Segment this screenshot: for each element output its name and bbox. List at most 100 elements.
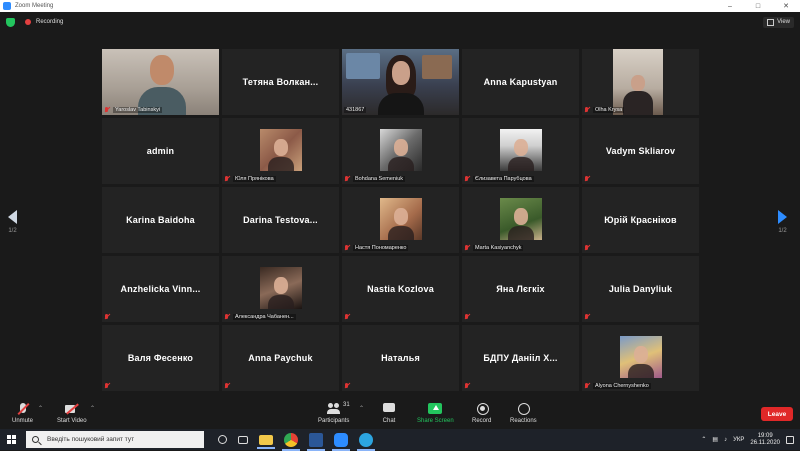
tile-footer xyxy=(104,383,110,389)
video-options-caret-icon[interactable]: ⌃ xyxy=(90,405,95,412)
participant-tile[interactable]: Nastia Kozlova xyxy=(342,256,459,322)
participant-name-center: Anna Paychuk xyxy=(248,353,313,363)
reactions-button[interactable]: Reactions xyxy=(510,403,537,424)
notification-center-icon[interactable] xyxy=(786,435,794,444)
zoom-taskbar-icon[interactable] xyxy=(332,432,350,451)
window-titlebar: Zoom Meeting – □ ✕ xyxy=(0,0,800,12)
next-page[interactable]: 1/2 xyxy=(778,210,787,234)
participant-name-center: Nastia Kozlova xyxy=(367,284,434,294)
tray-expand-icon[interactable]: ⌃ xyxy=(701,436,706,443)
mic-muted-icon xyxy=(104,383,110,389)
tile-footer: Єлизавета Парубцова xyxy=(464,176,534,182)
participant-name-center: admin xyxy=(146,146,175,156)
profile-photo xyxy=(500,198,542,240)
view-button[interactable]: View xyxy=(763,16,794,28)
volume-icon[interactable]: ♪ xyxy=(724,437,727,443)
tile-footer xyxy=(584,314,590,320)
participant-tile-active-speaker[interactable]: 431867 xyxy=(342,49,459,115)
participant-tile[interactable]: Юля Прянікова xyxy=(222,118,339,184)
close-button[interactable]: ✕ xyxy=(772,0,800,12)
participant-name-center: Anna Kapustyan xyxy=(483,77,558,87)
start-button[interactable] xyxy=(0,429,22,450)
participant-name-center: Юрій Красніков xyxy=(604,215,677,225)
participant-tile[interactable]: Darina Testova... xyxy=(222,187,339,253)
chevron-left-icon[interactable] xyxy=(8,210,17,224)
chrome-icon[interactable] xyxy=(282,432,300,451)
profile-photo xyxy=(620,336,662,378)
shield-icon[interactable] xyxy=(6,17,15,27)
windows-logo-icon xyxy=(6,435,16,444)
participant-name: Bohdana Semeniuk xyxy=(353,176,406,182)
mic-muted-icon xyxy=(224,383,230,389)
reactions-label: Reactions xyxy=(510,418,537,424)
input-language[interactable]: УКР xyxy=(733,437,744,443)
participant-tile[interactable]: Яна Лєгкіх xyxy=(462,256,579,322)
taskbar-clock[interactable]: 19:09 26.11.2020 xyxy=(750,433,780,447)
minimize-button[interactable]: – xyxy=(716,0,744,12)
profile-photo xyxy=(380,129,422,171)
tile-footer xyxy=(584,176,590,182)
start-video-label: Start Video xyxy=(57,418,87,424)
participant-tile[interactable]: Anna Kapustyan xyxy=(462,49,579,115)
chat-button[interactable]: Chat xyxy=(382,403,396,424)
participant-tile[interactable]: Karina Baidoha xyxy=(102,187,219,253)
leave-button[interactable]: Leave xyxy=(761,407,793,421)
participant-tile[interactable]: БДПУ Данііл Х... xyxy=(462,325,579,391)
share-screen-button[interactable]: Share Screen xyxy=(417,403,454,424)
audio-options-caret-icon[interactable]: ⌃ xyxy=(38,405,43,412)
participant-name-center: Яна Лєгкіх xyxy=(496,284,545,294)
participant-name: Настя Пономаренко xyxy=(353,245,409,251)
participant-tile[interactable]: Anna Paychuk xyxy=(222,325,339,391)
record-button[interactable]: Record xyxy=(472,403,491,424)
participant-tile[interactable]: Bohdana Semeniuk xyxy=(342,118,459,184)
participant-tile[interactable]: admin xyxy=(102,118,219,184)
participant-tile[interactable]: Marta Kasiyanchyk xyxy=(462,187,579,253)
participants-options-caret-icon[interactable]: ⌃ xyxy=(359,405,364,412)
participant-tile[interactable]: Єлизавета Парубцова xyxy=(462,118,579,184)
tile-footer: Настя Пономаренко xyxy=(344,245,409,251)
start-video-button[interactable]: Start Video xyxy=(57,403,87,424)
profile-photo xyxy=(260,129,302,171)
participant-tile[interactable]: Olha Krysa xyxy=(582,49,699,115)
taskbar-search-input[interactable]: Введіть пошуковий запит тут xyxy=(26,431,204,448)
zoom-app-icon xyxy=(3,2,11,10)
participant-tile[interactable]: Настя Пономаренко xyxy=(342,187,459,253)
tile-footer: Юля Прянікова xyxy=(224,176,276,182)
word-icon[interactable] xyxy=(307,432,325,451)
cortana-icon[interactable] xyxy=(218,435,227,444)
tile-footer: Alyona Chernyshenko xyxy=(584,383,651,389)
task-view-icon[interactable] xyxy=(238,435,248,444)
maximize-button[interactable]: □ xyxy=(744,0,772,12)
participant-name: Yaroslav Tabinskyi xyxy=(113,107,163,113)
mic-muted-icon xyxy=(464,176,470,182)
mic-muted-icon xyxy=(464,314,470,320)
participant-tile[interactable]: Александра Чабанен... xyxy=(222,256,339,322)
participant-tile[interactable]: Alyona Chernyshenko xyxy=(582,325,699,391)
participant-name-center: БДПУ Данііл Х... xyxy=(483,353,558,363)
participant-tile[interactable]: Anzhelicka Vinn... xyxy=(102,256,219,322)
mic-muted-icon xyxy=(16,403,30,415)
participant-tile[interactable]: Julia Danyliuk xyxy=(582,256,699,322)
chevron-right-icon[interactable] xyxy=(778,210,787,224)
page-indicator-left: 1/2 xyxy=(8,228,17,234)
window-controls: – □ ✕ xyxy=(716,0,800,12)
telegram-icon[interactable] xyxy=(357,432,375,451)
system-tray: ⌃ ▤ ♪ УКР 19:09 26.11.2020 xyxy=(701,433,800,447)
participants-count: 31 xyxy=(343,402,350,408)
participant-tile[interactable]: Наталья xyxy=(342,325,459,391)
file-explorer-icon[interactable] xyxy=(257,434,275,449)
network-icon[interactable]: ▤ xyxy=(712,436,718,443)
mic-muted-icon xyxy=(224,314,230,320)
participant-tile[interactable]: Yaroslav Tabinskyi xyxy=(102,49,219,115)
participant-tile[interactable]: Валя Фесенко xyxy=(102,325,219,391)
recording-label: Recording xyxy=(36,19,64,25)
participant-tile[interactable]: Vadym Skliarov xyxy=(582,118,699,184)
participant-tile[interactable]: Тетяна Волкан... xyxy=(222,49,339,115)
grid-icon xyxy=(767,18,775,26)
profile-photo xyxy=(260,267,302,309)
page-indicator-right: 1/2 xyxy=(778,228,787,234)
participant-tile[interactable]: Юрій Красніков xyxy=(582,187,699,253)
prev-page[interactable]: 1/2 xyxy=(8,210,17,234)
unmute-button[interactable]: Unmute xyxy=(12,403,33,424)
participant-name: Olha Krysa xyxy=(593,107,625,113)
